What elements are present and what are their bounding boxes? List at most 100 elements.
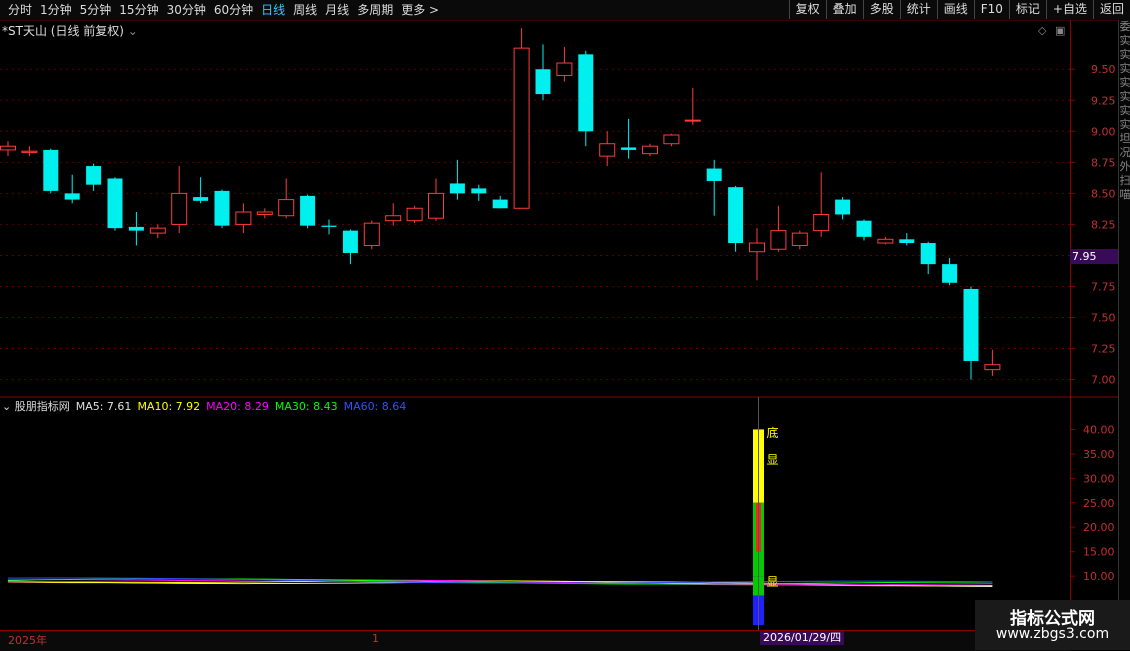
candle-body-30 [642, 145, 658, 155]
candle-body-35 [749, 242, 765, 253]
chart-area[interactable]: 底显显 [0, 20, 1070, 630]
toolbar-button-7[interactable]: +自选 [1045, 0, 1093, 19]
candle-body-34 [728, 187, 744, 244]
toolbar-button-2[interactable]: 多股 [862, 0, 900, 19]
price-tick-label-4: 8.50 [1091, 187, 1116, 200]
candle-body-6 [128, 226, 144, 231]
candle-body-3 [64, 193, 80, 200]
period-tab-7[interactable]: 周线 [289, 2, 321, 18]
candle-body-10 [214, 190, 230, 226]
side-tab-12[interactable]: 喵 [1119, 188, 1130, 202]
price-tick-label-3: 8.75 [1091, 156, 1116, 169]
chevron-down-icon[interactable]: ⌄ [128, 24, 138, 38]
candle-body-18 [385, 215, 402, 222]
window-icon[interactable]: ▣ [1055, 24, 1065, 37]
candle-body-33 [706, 168, 722, 181]
period-tab-4[interactable]: 30分钟 [163, 2, 210, 18]
period-tab-6[interactable]: 日线 [257, 2, 289, 18]
period-tab-9[interactable]: 多周期 [353, 2, 397, 18]
date-axis: 2025年 1 [0, 630, 1070, 651]
candle-body-32 [684, 119, 701, 122]
candle-body-2 [43, 149, 59, 191]
stock-title: *ST天山 (日线 前复权) [2, 24, 124, 38]
indicator-name[interactable]: ⌄ 股朋指标网 [2, 400, 70, 413]
top-toolbar: 分时 1分钟 5分钟 15分钟 30分钟 60分钟 日线 周线 月线 多周期 更多 > 复权 叠加 多股… [0, 0, 1130, 21]
side-tab-4[interactable]: 实 [1119, 76, 1130, 90]
candle-body-1 [21, 150, 38, 153]
candle-body-36 [770, 230, 787, 250]
side-tab-7[interactable]: 实 [1119, 118, 1130, 132]
period-tab-8[interactable]: 月线 [321, 2, 353, 18]
candle-body-20 [428, 192, 444, 219]
toolbar-button-8[interactable]: 返回 [1092, 0, 1130, 19]
side-tab-8[interactable]: 坦 [1119, 132, 1130, 146]
toolbar-button-5[interactable]: F10 [973, 0, 1009, 19]
candle-body-41 [877, 238, 894, 244]
diamond-icon[interactable]: ◇ [1038, 24, 1046, 37]
date-label-left: 2025年 [8, 634, 47, 647]
period-tab-1[interactable]: 1分钟 [36, 2, 76, 18]
candle-body-17 [363, 222, 380, 247]
side-tab-5[interactable]: 实 [1119, 90, 1130, 104]
ma-label-2: MA20: 8.29 [206, 400, 269, 413]
candle-body-46 [984, 364, 1001, 371]
ind-tick-label-0: 40.00 [1083, 423, 1115, 436]
price-axis: 9.50 9.25 9.00 8.75 8.50 8.25 7.75 7.50 7.25 7.00… [1070, 20, 1119, 630]
toolbar-button-6[interactable]: 标记 [1008, 0, 1046, 19]
ind-tick-label-1: 35.00 [1083, 448, 1115, 461]
candle-body-43 [920, 243, 936, 265]
side-tab-10[interactable]: 外 [1119, 160, 1130, 174]
period-tabs: 分时 1分钟 5分钟 15分钟 30分钟 60分钟 日线 周线 月线 多周期 更多 > [4, 2, 443, 18]
signal-text-0: 底 [767, 425, 779, 440]
ma-label-4: MA60: 8.64 [343, 400, 407, 413]
candle-body-31 [663, 134, 680, 145]
price-tick-label-7: 7.75 [1091, 280, 1116, 293]
candle-body-29 [621, 147, 637, 150]
candle-body-28 [599, 143, 616, 157]
kline-chart[interactable]: 底显显 [0, 20, 1070, 630]
period-tab-0[interactable]: 分时 [4, 2, 36, 18]
candle-body-16 [342, 230, 358, 253]
toolbar-button-4[interactable]: 画线 [936, 0, 974, 19]
price-tick-label-1: 9.25 [1091, 94, 1116, 107]
candle-body-0 [0, 145, 16, 151]
price-tick-label-8: 7.50 [1091, 312, 1116, 325]
side-tab-11[interactable]: 扫 [1119, 174, 1130, 188]
side-tab-2[interactable]: 实 [1119, 48, 1130, 62]
price-tick-label-10: 7.00 [1091, 374, 1116, 387]
candle-body-8 [171, 192, 188, 225]
date-cursor-label: 2026/01/29/四 [760, 631, 845, 645]
price-tick-label-5: 8.25 [1091, 218, 1116, 231]
toolbar-button-3[interactable]: 统计 [899, 0, 937, 19]
candle-body-15 [321, 225, 337, 227]
toolbar-button-0[interactable]: 复权 [788, 0, 826, 19]
candle-body-45 [963, 288, 979, 361]
side-tab-9[interactable]: 况 [1119, 146, 1130, 160]
candle-body-5 [107, 178, 123, 229]
period-tab-5[interactable]: 60分钟 [210, 2, 257, 18]
side-panel-strip[interactable]: 委实实实实实实实坦况外扫喵 [1118, 20, 1130, 650]
candle-body-42 [899, 239, 915, 244]
candle-body-24 [513, 47, 530, 209]
price-tick-label-0: 9.50 [1091, 63, 1116, 76]
candle-body-19 [406, 207, 423, 222]
current-price-label: 7.95 [1070, 249, 1120, 264]
watermark-url: www.zbgs3.com [995, 626, 1110, 642]
ind-tick-label-4: 20.00 [1083, 521, 1115, 534]
period-tab-10[interactable]: 更多 > [397, 2, 443, 18]
watermark: 指标公式网 www.zbgs3.com [975, 600, 1130, 650]
side-tab-1[interactable]: 实 [1119, 34, 1130, 48]
side-tab-3[interactable]: 实 [1119, 62, 1130, 76]
candle-body-14 [300, 195, 316, 226]
side-tab-0[interactable]: 委 [1119, 20, 1130, 34]
candle-body-7 [149, 227, 166, 234]
candle-body-27 [578, 54, 594, 132]
toolbar-button-1[interactable]: 叠加 [825, 0, 863, 19]
ma-label-1: MA10: 7.92 [137, 400, 201, 413]
period-tab-3[interactable]: 15分钟 [115, 2, 162, 18]
signal-text-2: 显 [767, 575, 779, 589]
candle-body-44 [942, 264, 958, 283]
period-tab-2[interactable]: 5分钟 [76, 2, 116, 18]
side-tab-6[interactable]: 实 [1119, 104, 1130, 118]
chart-title: *ST天山 (日线 前复权) ⌄ [2, 22, 138, 39]
